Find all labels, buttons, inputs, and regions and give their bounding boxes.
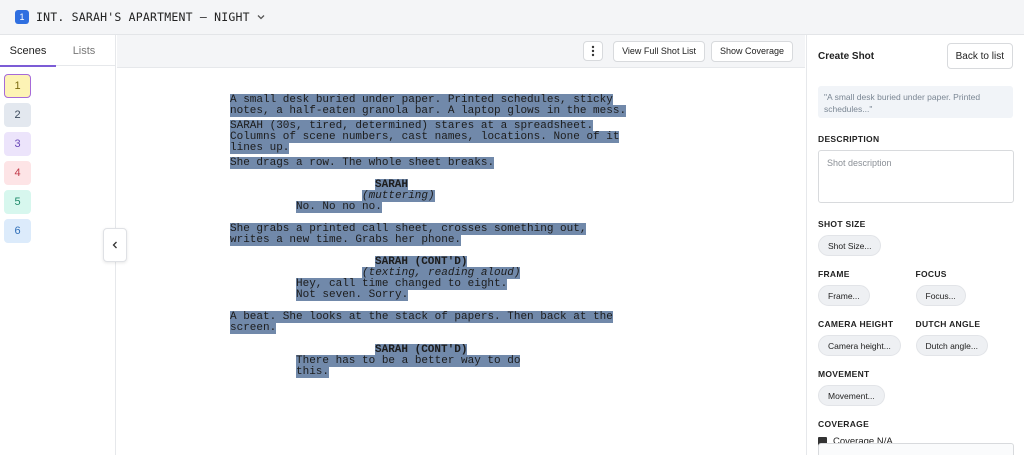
scene-chip-1[interactable]: 1	[4, 74, 31, 98]
coverage-input[interactable]	[818, 443, 1014, 455]
dialogue: There has to be a better way to do this.	[296, 355, 626, 378]
scene-chip-6[interactable]: 6	[4, 219, 31, 243]
show-coverage-button[interactable]: Show Coverage	[710, 40, 793, 62]
top-bar: 1 INT. SARAH'S APARTMENT – NIGHT	[0, 0, 1024, 35]
dialogue: Hey, call time changed to eight. Not seve…	[296, 278, 626, 301]
frame-label: FRAME	[818, 269, 850, 279]
view-full-shot-list-button[interactable]: View Full Shot List	[613, 40, 705, 62]
script-line: screen.	[230, 322, 277, 334]
action-block: She drags a row. The whole sheet breaks.	[230, 157, 626, 169]
movement-select[interactable]: Movement...	[818, 385, 885, 406]
script-view: View Full Shot List Show Coverage A smal…	[117, 35, 805, 455]
tab-lists[interactable]: Lists	[56, 35, 112, 66]
create-shot-panel: Create Shot Back to list "A small desk b…	[806, 35, 1024, 455]
scenes-panel: Scenes Lists 1 2 3 4 5 6	[0, 35, 116, 455]
dialogue: No. No no no.	[296, 201, 626, 213]
panel-tabs: Scenes Lists	[0, 35, 115, 67]
camera-dutch-row: CAMERA HEIGHT Camera height... DUTCH ANG…	[818, 319, 1013, 356]
back-to-list-button[interactable]: Back to list	[946, 43, 1013, 69]
scene-heading-title[interactable]: INT. SARAH'S APARTMENT – NIGHT	[36, 10, 250, 24]
scene-chip-2[interactable]: 2	[4, 103, 31, 127]
movement-label: MOVEMENT	[818, 369, 870, 379]
parenthetical: (muttering)	[362, 190, 435, 202]
action-block: She grabs a printed call sheet, crosses …	[230, 223, 626, 246]
dutch-angle-select[interactable]: Dutch angle...	[915, 335, 988, 356]
camera-height-label: CAMERA HEIGHT	[818, 319, 894, 329]
script-line: A beat. She looks at the stack of papers…	[230, 311, 613, 323]
action-block: A beat. She looks at the stack of papers…	[230, 311, 626, 334]
scene-chip-4[interactable]: 4	[4, 161, 31, 185]
script-toolbar: View Full Shot List Show Coverage	[117, 35, 805, 68]
shot-size-label: SHOT SIZE	[818, 219, 866, 229]
panel-title: Create Shot	[818, 50, 875, 62]
chevron-left-icon	[112, 241, 117, 249]
scene-chip-5[interactable]: 5	[4, 190, 31, 214]
camera-height-select[interactable]: Camera height...	[818, 335, 901, 356]
action-block: SARAH (30s, tired, determined) stares at…	[230, 120, 626, 154]
focus-label: FOCUS	[915, 269, 947, 279]
more-options-button[interactable]	[583, 41, 604, 61]
script-line: notes, a half-eaten granola bar. A lapto…	[230, 105, 627, 117]
dutch-angle-label: DUTCH ANGLE	[915, 319, 981, 329]
focus-select[interactable]: Focus...	[915, 285, 966, 306]
selected-text-quote: "A small desk buried under paper. Printe…	[818, 86, 1013, 118]
create-shot-header: Create Shot Back to list	[818, 35, 1013, 77]
script-line: Not seven. Sorry.	[296, 289, 409, 301]
script-line: lines up.	[230, 142, 290, 154]
tab-scenes[interactable]: Scenes	[0, 35, 56, 67]
description-label: DESCRIPTION	[818, 134, 880, 144]
scene-number-badge: 1	[15, 10, 29, 24]
chevron-down-icon[interactable]	[256, 12, 266, 22]
screenplay-text[interactable]: A small desk buried under paper. Printed…	[230, 94, 627, 382]
frame-focus-row: FRAME Frame... FOCUS Focus...	[818, 269, 1013, 306]
scene-list: 1 2 3 4 5 6	[0, 66, 115, 256]
shot-description-input[interactable]	[818, 150, 1014, 203]
coverage-label: COVERAGE	[818, 419, 870, 429]
scene-chip-3[interactable]: 3	[4, 132, 31, 156]
frame-select[interactable]: Frame...	[818, 285, 870, 306]
script-line: No. No no no.	[296, 201, 382, 213]
script-line: writes a new time. Grabs her phone.	[230, 234, 462, 246]
script-line: this.	[296, 366, 330, 378]
kebab-menu-icon	[591, 45, 595, 57]
script-line: There has to be a better way to do	[296, 355, 521, 367]
action-block: A small desk buried under paper. Printed…	[230, 94, 627, 117]
shot-size-select[interactable]: Shot Size...	[818, 235, 882, 256]
collapse-panel-button[interactable]	[103, 228, 127, 262]
script-line: She drags a row. The whole sheet breaks.	[230, 157, 495, 169]
